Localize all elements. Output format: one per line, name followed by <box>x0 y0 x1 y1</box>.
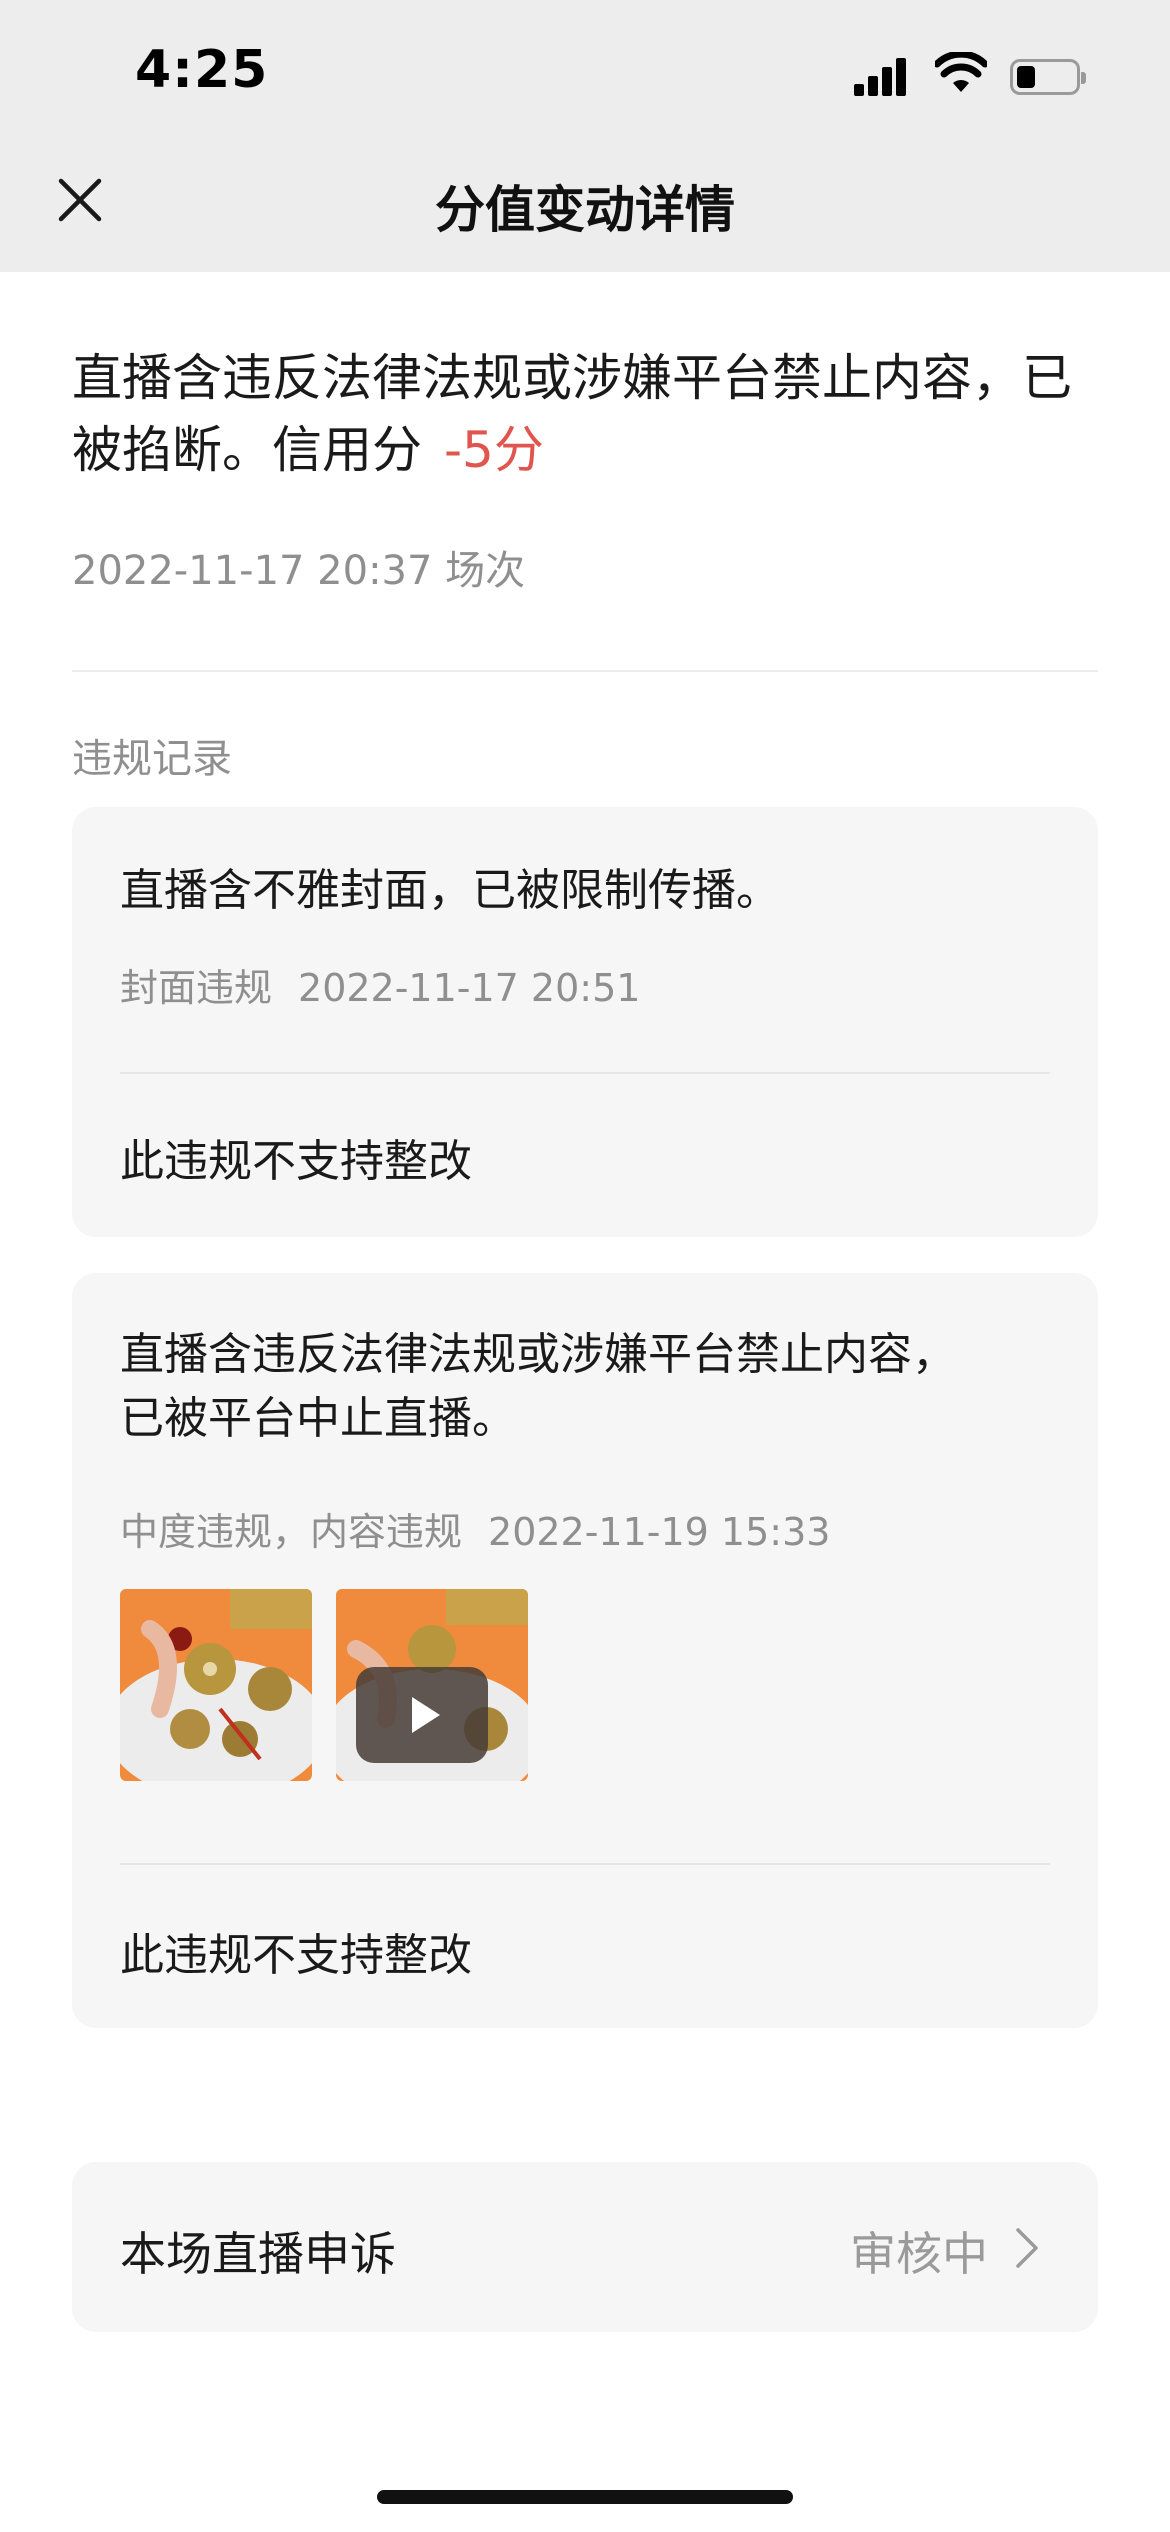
page: 4:25 分值变动详情 直播含违反法律法规或涉嫌平台禁止内容，已被掐断。信用分 -… <box>0 0 1170 2532</box>
violation-type: 中度违规，内容违规 <box>120 1510 463 1554</box>
section-label: 违规记录 <box>72 736 232 782</box>
rectify-note: 此违规不支持整改 <box>120 1136 472 1187</box>
wifi-icon <box>935 52 987 92</box>
violation-time: 2022-11-19 15:33 <box>488 1510 831 1554</box>
coins-image <box>120 1589 312 1781</box>
video-thumbnail[interactable] <box>336 1589 528 1781</box>
appeal-status: 审核中 <box>850 2227 988 2281</box>
chevron-right-icon <box>1016 2228 1038 2268</box>
rectify-note: 此违规不支持整改 <box>120 1930 472 1981</box>
violation-type: 封面违规 <box>120 966 273 1010</box>
violation-meta: 封面违规 2022-11-17 20:51 <box>120 957 640 1012</box>
play-icon[interactable] <box>356 1667 488 1763</box>
card-divider <box>120 1072 1050 1074</box>
cellular-signal-icon <box>854 56 914 96</box>
violation-title: 直播含不雅封面，已被限制传播。 <box>120 865 780 916</box>
violation-card: 直播含不雅封面，已被限制传播。 封面违规 2022-11-17 20:51 此违规… <box>72 807 1098 1237</box>
violation-card: 直播含违反法律法规或涉嫌平台禁止内容，已被平台中止直播。 中度违规，内容违规 20… <box>72 1273 1098 2028</box>
session-time: 2022-11-17 20:37 场次 <box>72 548 526 594</box>
violation-meta: 中度违规，内容违规 2022-11-19 15:33 <box>120 1501 830 1556</box>
divider <box>72 670 1098 672</box>
battery-icon <box>1010 59 1086 95</box>
score-change: -5分 <box>444 421 544 479</box>
appeal-row[interactable]: 本场直播申诉 审核中 <box>72 2162 1098 2332</box>
page-title: 分值变动详情 <box>435 181 735 239</box>
summary-description: 直播含违反法律法规或涉嫌平台禁止内容，已被掐断。信用分 <box>72 349 1072 479</box>
appeal-label: 本场直播申诉 <box>120 2227 396 2281</box>
violation-title: 直播含违反法律法规或涉嫌平台禁止内容，已被平台中止直播。 <box>120 1329 956 1444</box>
image-thumbnail[interactable] <box>120 1589 312 1781</box>
header: 4:25 分值变动详情 <box>0 0 1170 272</box>
status-time: 4:25 <box>135 40 269 100</box>
summary-text: 直播含违反法律法规或涉嫌平台禁止内容，已被掐断。信用分 -5分 <box>72 342 1092 486</box>
card-divider <box>120 1863 1050 1865</box>
violation-time: 2022-11-17 20:51 <box>298 966 641 1010</box>
home-indicator[interactable] <box>377 2490 793 2504</box>
